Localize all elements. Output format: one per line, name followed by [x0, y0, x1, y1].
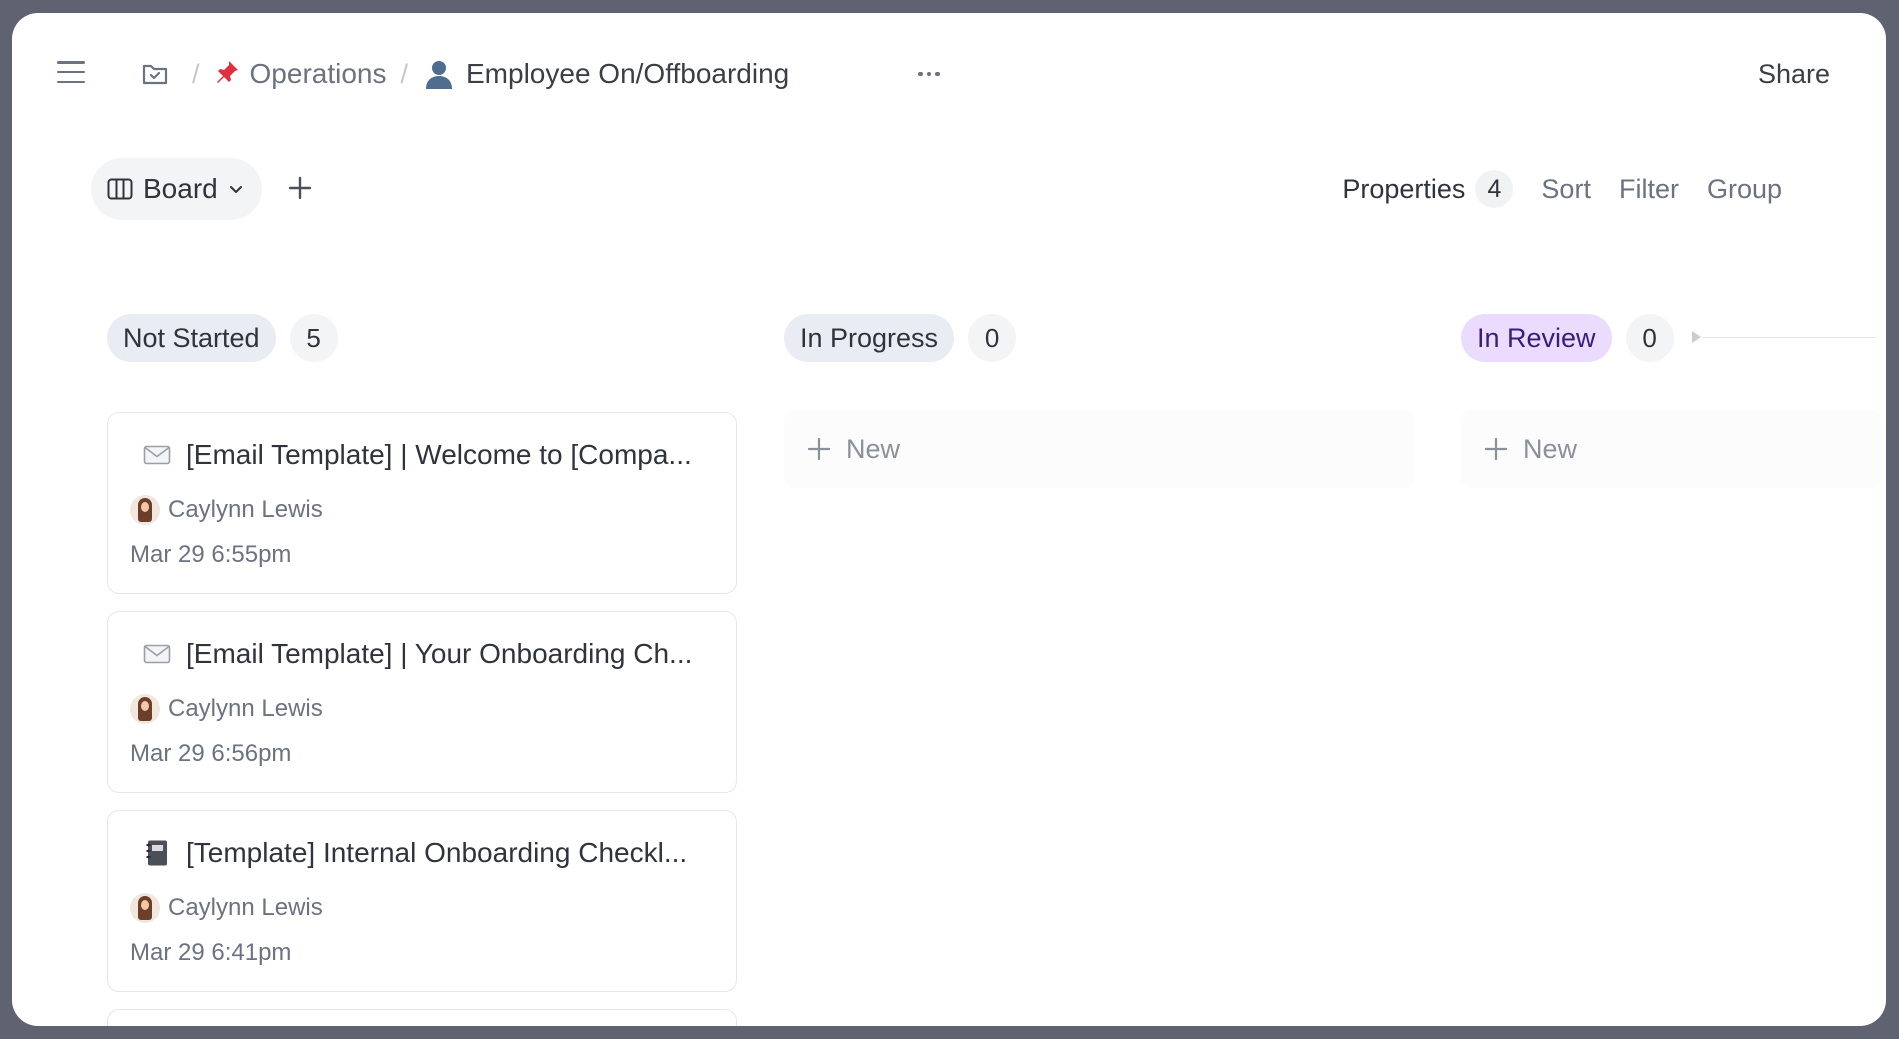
- filter-button[interactable]: Filter: [1605, 160, 1693, 218]
- column-header[interactable]: Not Started 5: [107, 314, 338, 362]
- breadcrumb-separator: /: [192, 58, 200, 89]
- card-title-text: [Email Template] | Your Onboarding Ch...: [186, 638, 693, 669]
- top-bar: / Operations / Employee On/Offboarding S…: [12, 13, 1886, 133]
- share-button[interactable]: Share: [1742, 51, 1846, 97]
- properties-button[interactable]: Properties 4: [1328, 160, 1527, 218]
- person-icon: [422, 57, 456, 91]
- owner-name: Caylynn Lewis: [168, 695, 323, 722]
- column-count-badge: 0: [968, 314, 1017, 362]
- board-view-icon: [107, 178, 133, 200]
- card-date: Mar 29 6:56pm: [130, 740, 292, 767]
- page-title: Employee On/Offboarding: [466, 58, 790, 89]
- column-count-badge: 0: [1625, 314, 1674, 362]
- envelope-icon: [142, 639, 172, 669]
- card-date: Mar 29 6:41pm: [130, 939, 292, 966]
- board-column-in-review: In Review 0: [1461, 314, 1674, 362]
- new-card-button-in-progress[interactable]: New: [784, 410, 1414, 488]
- card-date: Mar 29 6:55pm: [130, 541, 292, 568]
- breadcrumb-item-current[interactable]: Employee On/Offboarding: [422, 57, 789, 91]
- board-card[interactable]: [Email Template] | Welcome to [Compa... …: [107, 412, 737, 594]
- status-pill: In Review: [1461, 314, 1612, 362]
- more-options-icon[interactable]: [902, 53, 956, 95]
- app-window: / Operations / Employee On/Offboarding S…: [12, 13, 1886, 1026]
- new-card-label: New: [1523, 433, 1578, 464]
- board-card[interactable]: [Email Template] | Your Onboarding Ch...…: [107, 611, 737, 793]
- card-owner: Caylynn Lewis: [130, 891, 323, 925]
- avatar: [130, 694, 160, 724]
- menu-icon[interactable]: [57, 61, 85, 83]
- column-count-badge: 5: [289, 314, 338, 362]
- sort-button[interactable]: Sort: [1527, 160, 1605, 218]
- plus-icon: [1484, 437, 1508, 461]
- add-view-button[interactable]: [277, 165, 323, 211]
- card-title-text: [Template] Internal Onboarding Checkl...: [186, 837, 688, 868]
- chevron-down-icon: [229, 186, 242, 193]
- card-title: [Email Template] | Your Onboarding Ch...: [142, 634, 706, 674]
- card-title-text: [Email Template] | Welcome to [Compa...: [186, 439, 692, 470]
- board-card[interactable]: [107, 1009, 737, 1026]
- breadcrumb: / Operations / Employee On/Offboarding: [132, 51, 789, 97]
- board-card[interactable]: [Template] Internal Onboarding Checkl...…: [107, 810, 737, 992]
- avatar: [130, 495, 160, 525]
- plus-icon: [807, 437, 831, 461]
- card-title: [Template] Internal Onboarding Checkl...: [142, 833, 706, 873]
- folder-icon[interactable]: [132, 51, 178, 97]
- breadcrumb-separator: /: [400, 58, 408, 89]
- card-owner: Caylynn Lewis: [130, 493, 323, 527]
- plus-icon: [288, 176, 312, 200]
- breadcrumb-item-operations[interactable]: Operations: [214, 58, 387, 90]
- column-header[interactable]: In Progress 0: [784, 314, 1017, 362]
- owner-name: Caylynn Lewis: [168, 496, 323, 523]
- board-column-not-started: Not Started 5: [107, 314, 338, 362]
- group-button[interactable]: Group: [1693, 160, 1796, 218]
- column-header[interactable]: In Review 0: [1461, 314, 1674, 362]
- view-switcher[interactable]: Board: [91, 158, 262, 220]
- breadcrumb-parent-label: Operations: [249, 58, 387, 89]
- new-card-label: New: [846, 433, 901, 464]
- status-pill: Not Started: [107, 314, 276, 362]
- pushpin-icon: [214, 59, 240, 89]
- new-card-button-in-review[interactable]: New: [1461, 410, 1881, 488]
- view-label: Board: [143, 173, 218, 204]
- column-divider-arrow: [1692, 331, 1701, 343]
- card-title: [Email Template] | Welcome to [Compa...: [142, 435, 706, 475]
- status-pill: In Progress: [784, 314, 955, 362]
- properties-count-badge: 4: [1475, 170, 1514, 208]
- card-owner: Caylynn Lewis: [130, 692, 323, 726]
- avatar: [130, 893, 160, 923]
- properties-label: Properties: [1342, 173, 1466, 204]
- view-actions: Properties 4 Sort Filter Group: [1328, 160, 1796, 218]
- envelope-icon: [142, 440, 172, 470]
- board-column-in-progress: In Progress 0: [784, 314, 1017, 362]
- column-divider: [1702, 337, 1877, 338]
- owner-name: Caylynn Lewis: [168, 894, 323, 921]
- notebook-icon: [142, 838, 172, 868]
